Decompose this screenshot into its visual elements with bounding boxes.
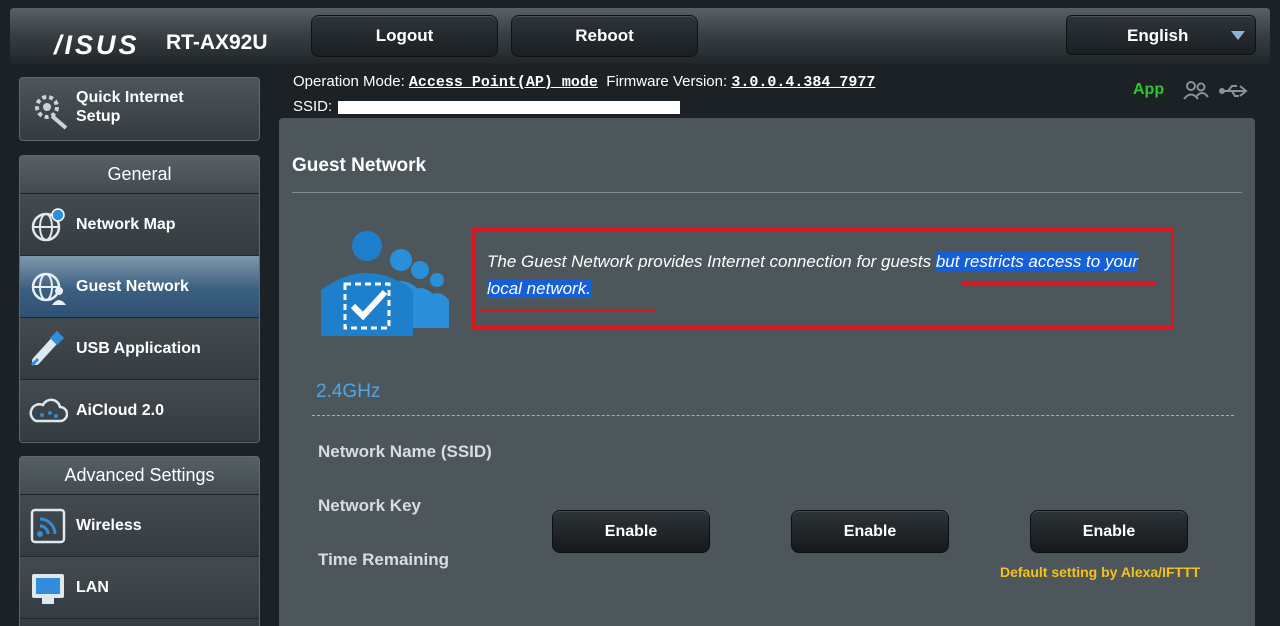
app-link[interactable]: App (1133, 81, 1164, 99)
language-select[interactable]: English (1066, 15, 1256, 55)
ssid-label: SSID: (293, 98, 333, 115)
enable-button[interactable]: Enable (1030, 510, 1188, 553)
quick-setup-label: Quick Internet Setup (76, 89, 184, 125)
sidebar-item-aicloud[interactable]: AiCloud 2.0 (20, 380, 259, 442)
alexa-default-note: Default setting by Alexa/IFTTT (1000, 564, 1201, 580)
language-value: English (1127, 26, 1189, 45)
wireless-icon (28, 506, 68, 546)
sidebar-item-label: AiCloud 2.0 (76, 401, 165, 419)
asus-logo[interactable]: /ISUS (54, 30, 140, 61)
sidebar-item-label: USB Application (76, 339, 201, 357)
sidebar-item-lan[interactable]: LAN (20, 557, 259, 619)
cloud-icon (28, 391, 69, 431)
annotation-underline (961, 282, 1155, 285)
sidebar-item-label: Wireless (76, 516, 142, 534)
firmware-label: Firmware Version: (606, 73, 728, 90)
guest-network-illustration-icon (319, 228, 459, 343)
sidebar-item-guest-network[interactable]: Guest Network (20, 256, 259, 318)
advanced-section-title: Advanced Settings (20, 457, 259, 495)
description-text: The Guest Network provides Internet conn… (487, 252, 936, 271)
sidebar-item-network-map[interactable]: Network Map (20, 194, 259, 256)
sidebar-item-label: Guest Network (76, 277, 189, 295)
advanced-section: Advanced Settings Wireless LAN (19, 456, 260, 626)
quick-internet-setup-button[interactable]: Quick Internet Setup (19, 77, 260, 141)
clients-icon[interactable] (1183, 81, 1209, 100)
operation-mode-label: Operation Mode: (293, 73, 405, 90)
status-icons (1182, 79, 1262, 108)
time-remaining-label: Time Remaining (318, 550, 449, 569)
page-title: Guest Network (292, 155, 427, 176)
general-section-title: General (20, 156, 259, 194)
title-divider (292, 192, 1242, 193)
model-name: RT-AX92U (166, 31, 268, 54)
logout-button[interactable]: Logout (311, 15, 498, 57)
operation-mode-link[interactable]: Access Point(AP) mode (409, 74, 598, 91)
enable-button[interactable]: Enable (791, 510, 949, 553)
reboot-button[interactable]: Reboot (511, 15, 698, 57)
sidebar-item-wireless[interactable]: Wireless (20, 495, 259, 557)
sidebar-item-label: Network Map (76, 215, 176, 233)
lan-icon (28, 568, 68, 608)
band-title: 2.4GHz (316, 381, 381, 402)
annotation-underline (480, 309, 656, 312)
ssid-value-redacted (338, 100, 681, 114)
sidebar-item-label: LAN (76, 578, 109, 596)
chevron-down-icon (1231, 31, 1245, 40)
general-section: General Network Map Guest Network USB Ap… (19, 155, 260, 443)
main-panel: Guest Network The Guest Network provides… (279, 118, 1255, 626)
network-name-label: Network Name (SSID) (318, 442, 492, 461)
usb-icon (28, 329, 68, 369)
status-line: Operation Mode: Access Point(AP) mode Fi… (293, 70, 875, 119)
guest-network-description: The Guest Network provides Internet conn… (487, 248, 1167, 302)
sidebar-item-usb-application[interactable]: USB Application (20, 318, 259, 380)
firmware-version-link[interactable]: 3.0.0.4.384_7977 (731, 74, 875, 91)
globe-people-icon (28, 267, 68, 307)
network-key-label: Network Key (318, 496, 421, 515)
band-divider (312, 415, 1234, 416)
enable-button[interactable]: Enable (552, 510, 710, 553)
wand-gear-icon (30, 90, 70, 135)
usb-status-icon[interactable] (1219, 85, 1248, 97)
globe-pin-icon (28, 205, 68, 245)
